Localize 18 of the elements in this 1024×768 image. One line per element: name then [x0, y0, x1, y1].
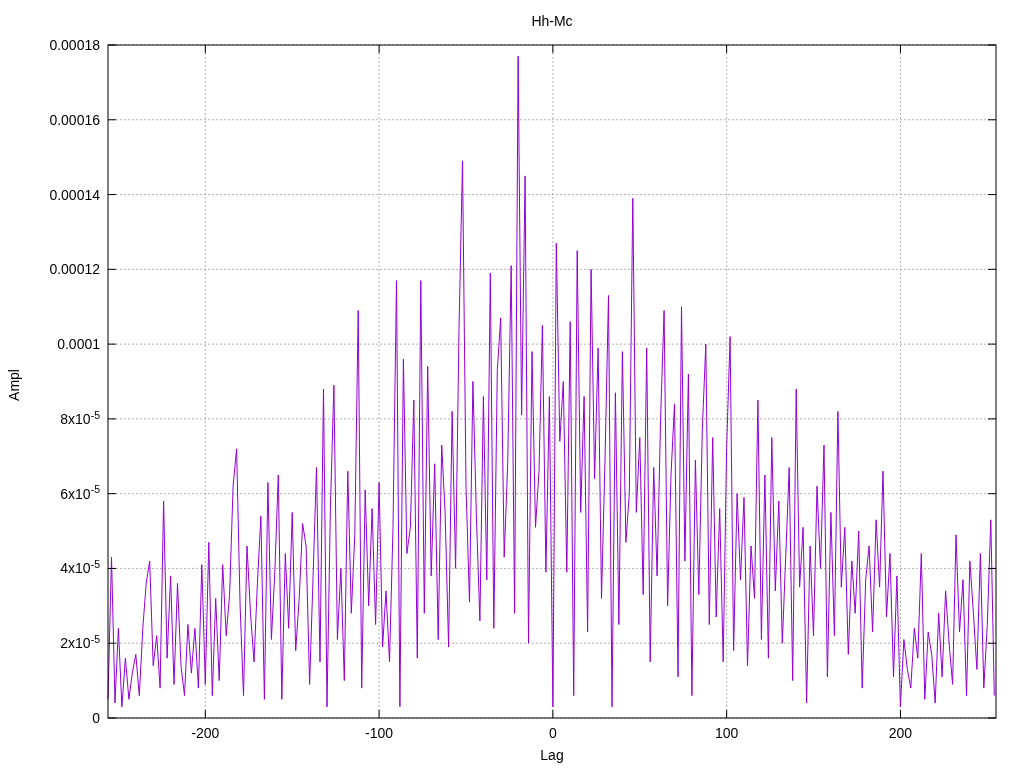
- tick-label: -200: [191, 726, 220, 740]
- tick-label: 0.00014: [49, 187, 100, 202]
- axis-label: Lag: [540, 748, 564, 762]
- tick-label: -100: [365, 726, 394, 740]
- tick-label: 2x10$^{-5}$: [60, 636, 100, 651]
- axis-label: Ampl: [7, 369, 21, 401]
- tick-label: 0: [548, 726, 557, 740]
- tick-label: 0.0001: [57, 337, 100, 352]
- tick-label: 0.00018: [49, 38, 100, 52]
- tick-label: 6x10$^{-5}$: [60, 486, 100, 501]
- tick-label: 100: [714, 726, 739, 740]
- tick-label: 0: [92, 711, 100, 725]
- tick-label: 0.00016: [49, 112, 100, 127]
- chart-title: Hh-Mc: [531, 14, 573, 28]
- tick-label: 8x10$^{-5}$: [60, 411, 100, 426]
- tick-label: 200: [888, 726, 913, 740]
- tick-label: 0.00012: [49, 262, 100, 277]
- tick-label: 4x10$^{-5}$: [60, 561, 100, 576]
